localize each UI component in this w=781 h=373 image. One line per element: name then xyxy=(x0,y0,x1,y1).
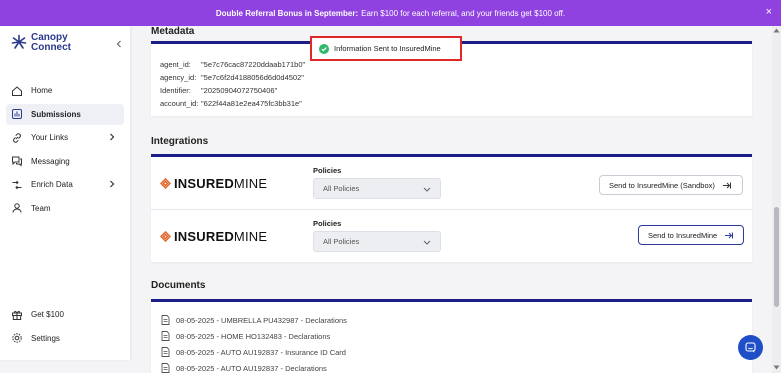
policies-select-value: All Policies xyxy=(323,184,360,193)
sidebar-item-submissions[interactable]: Submissions xyxy=(6,103,124,125)
document-label: 08-05-2025 - UMBRELLA PU432987 - Declara… xyxy=(176,315,347,325)
check-circle-icon xyxy=(319,43,329,54)
scroll-up-arrow-icon[interactable] xyxy=(773,28,780,33)
policies-select-value: All Policies xyxy=(323,237,360,246)
policies-select[interactable]: All Policies xyxy=(313,231,441,252)
canopy-logo-icon xyxy=(11,34,27,49)
send-to-insuredmine-sandbox-button[interactable]: Send to InsuredMine (Sandbox) xyxy=(599,175,743,195)
policies-select[interactable]: All Policies xyxy=(313,178,441,199)
gear-icon xyxy=(12,333,22,343)
integration-row-production: INSURED MINE Policies All Policies Send t… xyxy=(151,209,752,261)
toast-message: Information Sent to InsuredMine xyxy=(334,44,441,53)
enrich-data-icon xyxy=(12,180,22,189)
sidebar-item-settings[interactable]: Settings xyxy=(6,328,124,349)
sidebar-nav: Home Submissions Your Links Messaging En… xyxy=(6,80,124,221)
chat-icon xyxy=(745,342,756,353)
promo-banner: Double Referral Bonus in September: Earn… xyxy=(0,0,781,26)
scroll-down-arrow-icon[interactable] xyxy=(773,365,780,370)
chevron-down-icon xyxy=(423,240,431,245)
metadata-key: account_id: xyxy=(160,99,199,108)
document-icon xyxy=(161,331,170,341)
integrations-title: Integrations xyxy=(151,136,209,147)
document-label: 08-05-2025 - AUTO AU192837 - Insurance I… xyxy=(176,347,346,357)
document-label: 08-05-2025 - AUTO AU192837 - Declaration… xyxy=(176,363,327,373)
sidebar-item-label: Messaging xyxy=(31,156,70,166)
insuredmine-logo-icon xyxy=(160,231,171,242)
document-item[interactable]: 08-05-2025 - HOME HO132483 - Declaration… xyxy=(151,328,752,344)
success-toast: Information Sent to InsuredMine xyxy=(310,36,462,61)
chevron-right-icon xyxy=(110,133,115,141)
brand-line-2: Connect xyxy=(31,42,71,53)
sidebar-item-label: Settings xyxy=(31,333,60,343)
sidebar-item-label: Enrich Data xyxy=(31,180,73,189)
team-icon xyxy=(12,203,22,213)
policies-label: Policies xyxy=(313,166,342,175)
main-content: Metadata agent_id: "5e7c76cac87220ddaab1… xyxy=(130,26,772,373)
sidebar-item-home[interactable]: Home xyxy=(6,80,124,101)
banner-text: Earn $100 for each referral, and your fr… xyxy=(361,8,566,18)
banner-headline: Double Referral Bonus in September: xyxy=(215,8,359,18)
gift-icon xyxy=(12,310,22,320)
sidebar: Canopy Connect Home Submissions Your Lin… xyxy=(0,26,130,360)
policies-label: Policies xyxy=(313,219,342,228)
close-icon[interactable]: × xyxy=(766,6,772,18)
sidebar-item-your-links[interactable]: Your Links xyxy=(6,127,124,148)
metadata-key: Identifier: xyxy=(160,86,191,95)
sidebar-item-team[interactable]: Team xyxy=(6,198,124,219)
documents-card: 08-05-2025 - UMBRELLA PU432987 - Declara… xyxy=(151,299,752,373)
document-icon xyxy=(161,315,170,325)
sidebar-item-label: Your Links xyxy=(31,133,69,142)
metadata-value: "5e7c6f2d4188056d6d0d4502" xyxy=(201,73,304,82)
sidebar-item-label: Get $100 xyxy=(31,310,64,319)
chevron-right-icon xyxy=(110,180,115,188)
metadata-value: "622f44a81e2ea475fc3bb31e" xyxy=(201,99,302,108)
integration-row-sandbox: INSURED MINE Policies All Policies Send t… xyxy=(151,157,752,209)
send-to-insuredmine-button[interactable]: Send to InsuredMine xyxy=(638,225,744,245)
button-label: Send to InsuredMine xyxy=(648,230,718,240)
logo[interactable]: Canopy Connect xyxy=(11,33,71,53)
document-icon xyxy=(161,363,170,373)
metadata-value: "5e7c76cac87220ddaab171b0" xyxy=(201,60,306,69)
sidebar-item-get-100[interactable]: Get $100 xyxy=(6,304,124,325)
sidebar-item-label: Team xyxy=(31,203,51,213)
document-icon xyxy=(161,347,170,357)
document-item[interactable]: 08-05-2025 - UMBRELLA PU432987 - Declara… xyxy=(151,312,752,328)
insuredmine-logo: INSURED MINE xyxy=(160,229,267,244)
metadata-key: agency_id: xyxy=(160,73,197,82)
metadata-row: agency_id: "5e7c6f2d4188056d6d0d4502" xyxy=(160,71,752,84)
page-scrollbar[interactable] xyxy=(772,26,781,373)
metadata-title: Metadata xyxy=(151,26,195,37)
link-icon xyxy=(13,132,21,143)
sidebar-item-label: Submissions xyxy=(31,109,81,119)
sidebar-item-enrich-data[interactable]: Enrich Data xyxy=(6,174,124,195)
chevron-down-icon xyxy=(423,187,431,192)
home-icon xyxy=(12,85,22,96)
scrollbar-thumb[interactable] xyxy=(774,207,779,307)
document-label: 08-05-2025 - HOME HO132483 - Declaration… xyxy=(176,331,331,341)
submissions-icon xyxy=(12,109,22,119)
logo-word-bold: INSURED xyxy=(174,176,234,191)
logo-word-light: MINE xyxy=(233,229,268,244)
metadata-key: agent_id: xyxy=(160,60,191,69)
integrations-card: INSURED MINE Policies All Policies Send t… xyxy=(151,154,752,262)
metadata-value: "20250904072750406" xyxy=(201,86,278,95)
send-arrow-icon xyxy=(725,232,734,238)
logo-word-light: MINE xyxy=(233,176,268,191)
insuredmine-logo-icon xyxy=(160,178,171,189)
chat-launcher-button[interactable] xyxy=(738,335,763,360)
metadata-row: account_id: "622f44a81e2ea475fc3bb31e" xyxy=(160,97,752,110)
sidebar-item-messaging[interactable]: Messaging xyxy=(6,151,124,172)
logo-word-bold: INSURED xyxy=(174,229,234,244)
document-item[interactable]: 08-05-2025 - AUTO AU192837 - Insurance I… xyxy=(151,344,752,360)
document-item[interactable]: 08-05-2025 - AUTO AU192837 - Declaration… xyxy=(151,360,752,373)
insuredmine-logo: INSURED MINE xyxy=(160,176,267,191)
documents-title: Documents xyxy=(151,280,206,291)
messaging-icon xyxy=(12,156,22,167)
sidebar-bottom-nav: Get $100 Settings xyxy=(6,304,124,351)
send-arrow-icon xyxy=(722,182,731,188)
collapse-sidebar-icon[interactable] xyxy=(115,40,123,48)
sidebar-item-label: Home xyxy=(31,86,53,95)
button-label: Send to InsuredMine (Sandbox) xyxy=(609,180,715,190)
metadata-row: Identifier: "20250904072750406" xyxy=(160,84,752,97)
